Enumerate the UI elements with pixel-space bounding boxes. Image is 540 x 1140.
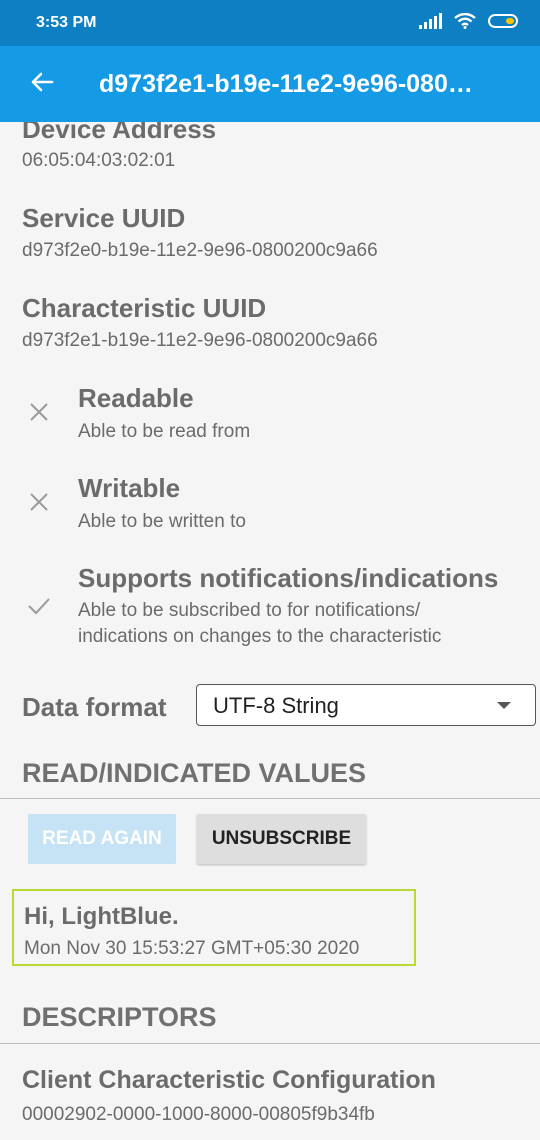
- readable-desc: Able to be read from: [78, 421, 251, 442]
- descriptors-header: DESCRIPTORS: [22, 1002, 217, 1032]
- wifi-icon: [454, 13, 476, 29]
- descriptor-uuid: 00002902-0000-1000-8000-00805f9b34fb: [22, 1104, 375, 1125]
- close-icon: [30, 403, 48, 421]
- signal-icon: [419, 13, 442, 29]
- characteristic-details[interactable]: Device Address 06:05:04:03:02:01 Service…: [0, 122, 540, 1140]
- descriptor-title: Client Characteristic Configuration: [22, 1066, 436, 1094]
- status-icons: [419, 13, 518, 29]
- status-bar: 3:53 PM: [0, 0, 540, 46]
- app-toolbar: d973f2e1-b19e-11e2-9e96-080…: [0, 46, 540, 122]
- read-value-text: Hi, LightBlue.: [24, 903, 179, 930]
- writable-desc: Able to be written to: [78, 511, 246, 532]
- notifications-title: Supports notifications/indications: [78, 563, 499, 593]
- device-address-label: Device Address: [22, 122, 217, 144]
- writable-title: Writable: [78, 473, 181, 503]
- read-value-timestamp: Mon Nov 30 15:53:27 GMT+05:30 2020: [24, 938, 360, 959]
- back-button[interactable]: [22, 62, 62, 102]
- service-uuid-label: Service UUID: [22, 203, 186, 233]
- read-value-item[interactable]: Hi, LightBlue. Mon Nov 30 15:53:27 GMT+0…: [12, 889, 416, 966]
- data-format-label: Data format: [22, 692, 167, 722]
- unsubscribe-button[interactable]: UNSUBSCRIBE: [197, 814, 366, 864]
- check-icon: [28, 598, 50, 615]
- characteristic-uuid-label: Characteristic UUID: [22, 293, 267, 323]
- descriptor-item[interactable]: Client Characteristic Configuration 0000…: [22, 1066, 522, 1136]
- toolbar-title: d973f2e1-b19e-11e2-9e96-080…: [99, 70, 473, 98]
- characteristic-uuid-value: d973f2e1-b19e-11e2-9e96-0800200c9a66: [22, 330, 378, 351]
- battery-icon: [488, 14, 518, 28]
- close-icon: [30, 493, 48, 511]
- section-divider: [0, 798, 540, 799]
- status-time: 3:53 PM: [36, 14, 97, 31]
- arrow-left-icon: [31, 72, 54, 92]
- read-values-header: READ/INDICATED VALUES: [22, 758, 367, 788]
- device-address-value: 06:05:04:03:02:01: [22, 150, 176, 171]
- chevron-down-icon: [497, 702, 511, 709]
- data-format-selected: UTF-8 String: [213, 693, 339, 718]
- notifications-desc-line2: indications on changes to the characteri…: [78, 626, 442, 647]
- read-again-button[interactable]: READ AGAIN: [28, 814, 176, 864]
- service-uuid-value: d973f2e0-b19e-11e2-9e96-0800200c9a66: [22, 240, 378, 261]
- section-divider: [0, 1043, 540, 1044]
- data-format-select[interactable]: UTF-8 String: [196, 684, 536, 726]
- readable-title: Readable: [78, 383, 194, 413]
- notifications-desc-line1: Able to be subscribed to for notificatio…: [78, 600, 421, 621]
